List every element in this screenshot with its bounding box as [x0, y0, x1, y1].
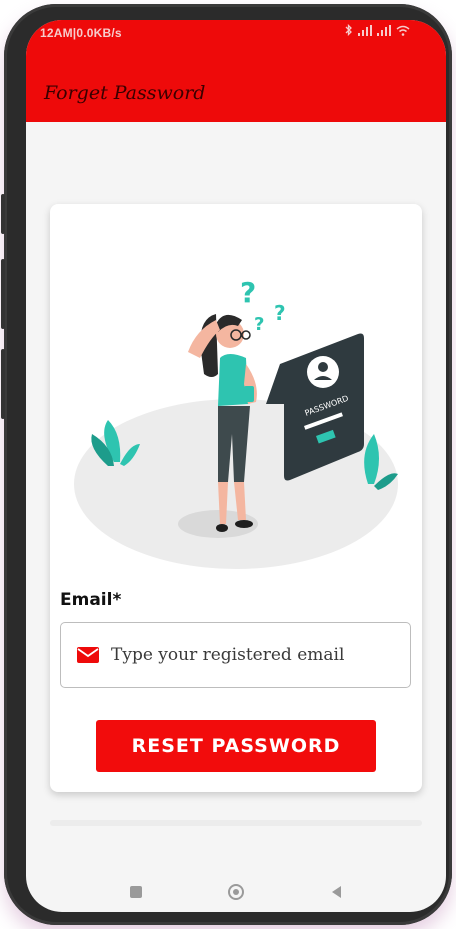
reset-password-button[interactable]: RESET PASSWORD [96, 720, 376, 772]
recent-apps-button[interactable] [127, 883, 145, 901]
status-icons [345, 24, 410, 36]
svg-text:?: ? [254, 314, 264, 335]
volume-up-button [1, 259, 5, 329]
volume-down-button [1, 349, 5, 419]
mail-icon [77, 647, 99, 663]
power-button [1, 194, 5, 234]
screen: 12AM|0.0KB/s Forget Password PASSWORD ? … [26, 20, 446, 912]
signal-icon [358, 24, 372, 36]
svg-text:?: ? [240, 276, 256, 309]
app-bar: Forget Password [26, 60, 446, 122]
signal-icon [377, 24, 391, 36]
email-label: Email* [60, 590, 122, 610]
status-time-speed: 12AM|0.0KB/s [40, 26, 122, 40]
system-nav-bar [26, 872, 446, 912]
back-button[interactable] [327, 883, 345, 901]
back-icon [332, 886, 341, 898]
reset-card: PASSWORD ? ? ? Email* Type your register… [50, 204, 422, 792]
email-input[interactable] [109, 644, 393, 666]
svg-text:?: ? [274, 301, 286, 325]
page-title: Forget Password [44, 82, 206, 104]
wifi-icon [396, 25, 410, 36]
status-bar: 12AM|0.0KB/s [26, 20, 446, 60]
recent-apps-icon [130, 886, 142, 898]
phone-frame: 12AM|0.0KB/s Forget Password PASSWORD ? … [1, 4, 452, 925]
card-shadow-strip [50, 820, 422, 826]
email-field[interactable] [60, 622, 411, 688]
home-button[interactable] [227, 883, 245, 901]
forgot-password-illustration: PASSWORD ? ? ? [74, 276, 398, 569]
home-icon [228, 884, 244, 900]
bluetooth-icon [345, 24, 352, 36]
